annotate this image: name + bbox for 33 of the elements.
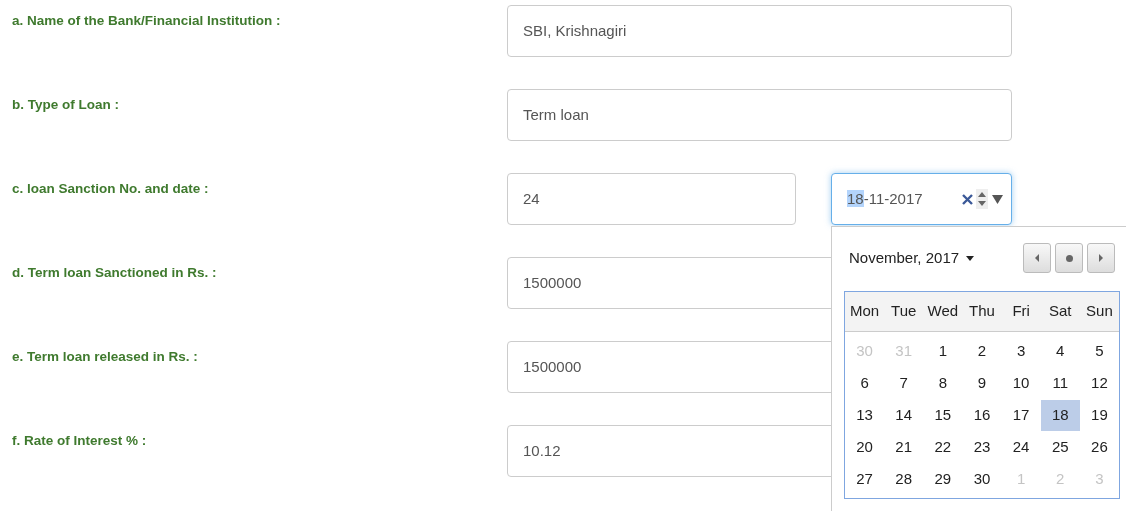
field-label: d. Term loan Sanctioned in Rs. :: [12, 264, 218, 282]
right-arrow-icon: [1099, 254, 1103, 262]
calendar-day[interactable]: 26: [1079, 431, 1119, 463]
calendar-day[interactable]: 19: [1079, 399, 1119, 431]
weekday-label: Fri: [1011, 301, 1031, 322]
calendar-day[interactable]: 20: [845, 431, 885, 463]
dropdown-icon[interactable]: [992, 194, 1003, 204]
input-field[interactable]: SBI, Krishnagiri: [507, 5, 1012, 57]
calendar-day[interactable]: 25: [1040, 431, 1080, 463]
calendar-day[interactable]: 22: [923, 431, 963, 463]
field-label: b. Type of Loan :: [12, 96, 120, 114]
calendar-day[interactable]: 21: [884, 431, 924, 463]
weekday-label: Sat: [1048, 301, 1073, 322]
today-button[interactable]: [1055, 243, 1083, 273]
weekday-label: Sun: [1085, 301, 1114, 322]
field-label: c. loan Sanction No. and date :: [12, 180, 210, 198]
dot-icon: [1065, 254, 1073, 262]
input-field[interactable]: Term loan: [507, 89, 1012, 141]
calendar-day[interactable]: 5: [1079, 335, 1119, 367]
left-arrow-icon: [1035, 254, 1039, 262]
field-label: f. Rate of Interest % :: [12, 432, 148, 450]
calendar-day[interactable]: 4: [1040, 335, 1080, 367]
calendar-day[interactable]: 23: [962, 431, 1002, 463]
calendar-day[interactable]: 12: [1079, 367, 1119, 399]
caret-icon: [966, 255, 975, 261]
clear-icon[interactable]: [962, 193, 973, 205]
input-field[interactable]: 24: [507, 173, 796, 225]
calendar-day[interactable]: 18: [1040, 399, 1080, 431]
field-label: a. Name of the Bank/Financial Institution :: [12, 12, 282, 30]
date-field[interactable]: 18-11-2017: [831, 173, 1012, 225]
calendar-day[interactable]: 11: [1040, 367, 1080, 399]
spinner-icon[interactable]: [976, 189, 988, 209]
field-label: e. Term loan released in Rs. :: [12, 348, 199, 366]
